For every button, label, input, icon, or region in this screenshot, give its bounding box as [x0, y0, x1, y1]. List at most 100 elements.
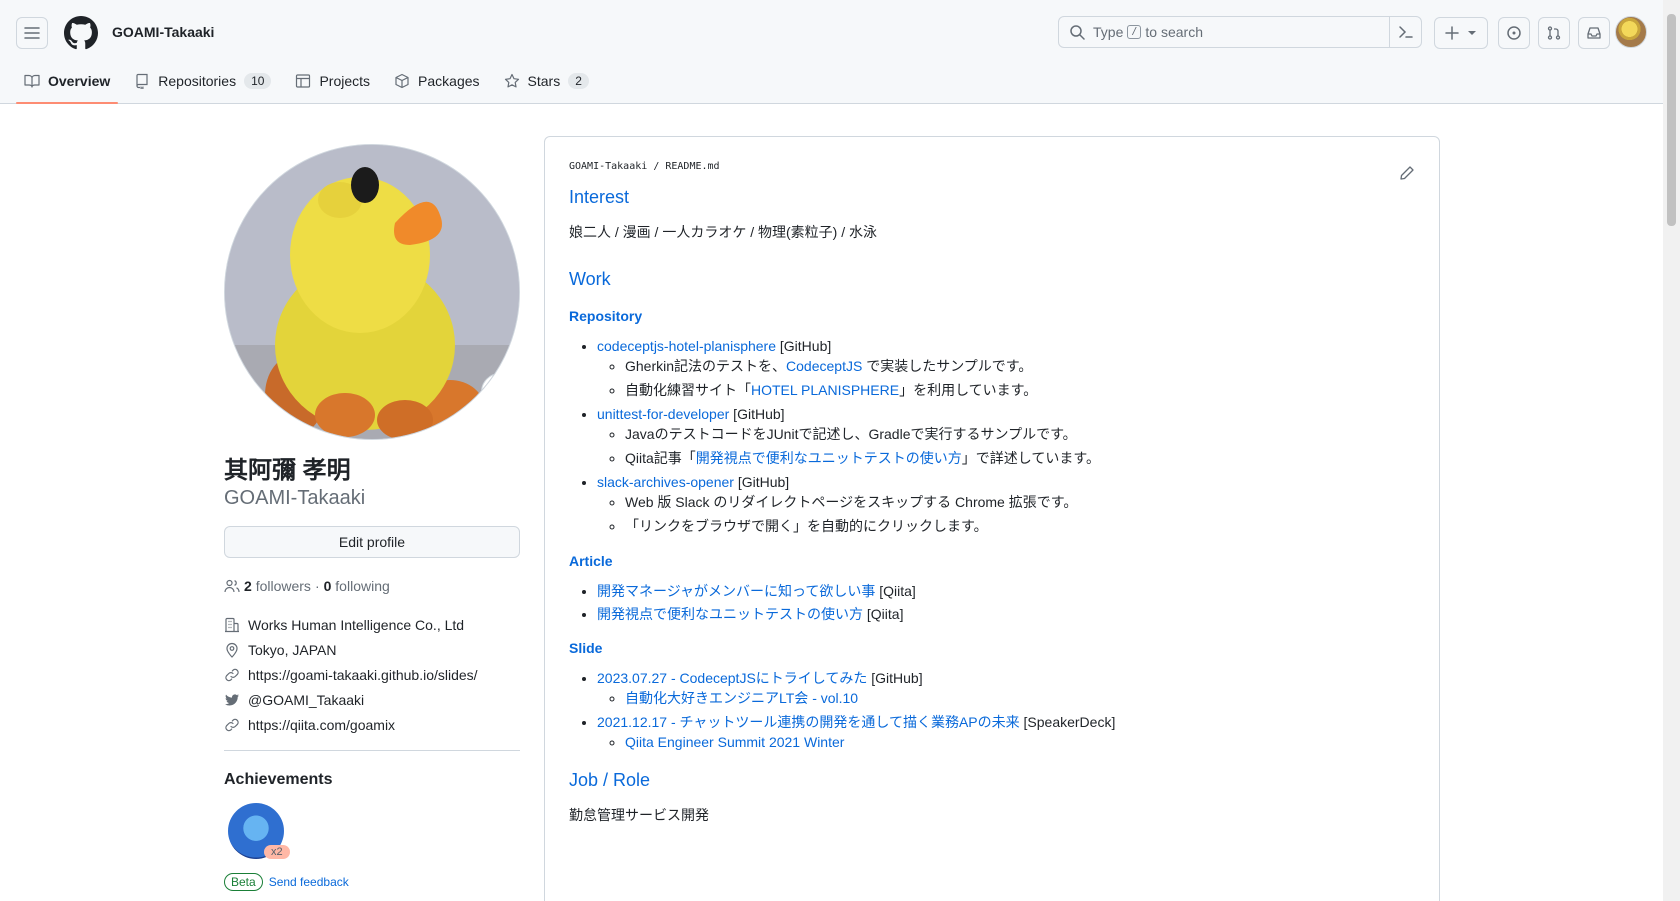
- create-new-button[interactable]: [1434, 17, 1488, 49]
- repositories-counter: 10: [244, 73, 272, 89]
- profile-avatar[interactable]: [224, 144, 520, 440]
- article-tag: [Qiita]: [863, 606, 904, 622]
- heading-article[interactable]: Article: [569, 553, 1415, 569]
- heading-interest[interactable]: Interest: [569, 186, 1415, 208]
- tab-repositories-label: Repositories: [158, 73, 237, 89]
- issues-button[interactable]: [1498, 17, 1530, 49]
- list-item: codeceptjs-hotel-planisphere [GitHub] Gh…: [597, 336, 1415, 401]
- item-text: 」で詳述しています。: [961, 450, 1100, 466]
- website-link[interactable]: https://goami-takaaki.github.io/slides/: [248, 667, 478, 683]
- repo-link[interactable]: slack-archives-opener: [597, 474, 734, 490]
- list-item: 自動化大好きエンジニアLT会 - vol.10: [625, 688, 1415, 709]
- user-avatar-menu[interactable]: [1615, 16, 1647, 48]
- slide-list: 2023.07.27 - CodeceptJSにトライしてみた [GitHub]…: [569, 668, 1415, 753]
- search-shortcut-key: /: [1127, 25, 1142, 39]
- article-link[interactable]: 開発マネージャがメンバーに知って欲しい事: [597, 583, 875, 599]
- location-text: Tokyo, JAPAN: [248, 641, 337, 658]
- following-link[interactable]: 0 following: [324, 578, 390, 594]
- scrollbar-thumb[interactable]: [1667, 14, 1676, 226]
- heading-slide[interactable]: Slide: [569, 640, 1415, 656]
- github-logo-icon[interactable]: [64, 16, 98, 50]
- profile-tabs: Overview Repositories 10 Projects Packag…: [16, 66, 605, 104]
- inbox-button[interactable]: [1578, 17, 1610, 49]
- article-link[interactable]: 開発視点で便利なユニットテストの使い方: [597, 606, 863, 622]
- tab-overview[interactable]: Overview: [16, 66, 119, 104]
- link-icon: [225, 668, 239, 681]
- item-text: 」を利用しています。: [899, 382, 1038, 398]
- twitter-icon: [225, 693, 239, 706]
- item-text: Gherkin記法のテストを、: [625, 358, 787, 374]
- website-item: https://goami-takaaki.github.io/slides/: [224, 662, 520, 687]
- list-item: 自動化練習サイト「HOTEL PLANISPHERE」を利用しています。: [625, 380, 1415, 401]
- tab-packages[interactable]: Packages: [386, 66, 487, 96]
- people-icon: [224, 579, 240, 593]
- profile-details: Works Human Intelligence Co., Ltd Tokyo,…: [224, 612, 520, 737]
- qiita-article-link[interactable]: 開発視点で便利なユニットテストの使い方: [696, 450, 962, 466]
- sidebar-divider: [224, 750, 520, 751]
- readme-path-user[interactable]: GOAMI-Takaaki: [569, 161, 647, 172]
- event-link[interactable]: 自動化大好きエンジニアLT会 - vol.10: [625, 690, 858, 706]
- codeceptjs-link[interactable]: CodeceptJS: [786, 358, 862, 374]
- list-item: JavaのテストコードをJUnitで記述し、Gradleで実行するサンプルです。: [625, 424, 1415, 445]
- item-text: Qiita記事「: [625, 450, 696, 466]
- slide-link[interactable]: 2021.12.17 - チャットツール連携の開発を通して描く業務APの未来: [597, 714, 1020, 730]
- search-input[interactable]: Type / to search: [1058, 16, 1422, 48]
- repo-tag: [GitHub]: [776, 338, 832, 354]
- list-item: unittest-for-developer [GitHub] Javaのテスト…: [597, 404, 1415, 469]
- slide-link[interactable]: 2023.07.27 - CodeceptJSにトライしてみた: [597, 670, 867, 686]
- repo-link[interactable]: codeceptjs-hotel-planisphere: [597, 338, 776, 354]
- achievement-badge[interactable]: x2: [228, 803, 292, 867]
- readme-path-separator: /: [653, 161, 660, 172]
- tab-repositories[interactable]: Repositories 10: [126, 66, 279, 96]
- book-icon: [24, 74, 40, 88]
- tab-packages-label: Packages: [418, 73, 480, 89]
- send-feedback-link[interactable]: Send feedback: [269, 875, 349, 889]
- list-item: 「リンクをブラウザで開く」を自動的にクリックします。: [625, 516, 1415, 537]
- search-placeholder-suffix: to search: [1145, 24, 1203, 40]
- followers-link[interactable]: 2 followers: [244, 578, 311, 594]
- heading-job-role[interactable]: Job / Role: [569, 769, 1415, 791]
- page-scrollbar[interactable]: [1663, 0, 1680, 901]
- qiita-item: https://qiita.com/goamix: [224, 712, 520, 737]
- list-item: slack-archives-opener [GitHub] Web 版 Sla…: [597, 472, 1415, 537]
- list-item: 2021.12.17 - チャットツール連携の開発を通して描く業務APの未来 […: [597, 712, 1415, 753]
- smiley-icon: [492, 384, 508, 400]
- command-palette-button[interactable]: [1389, 17, 1421, 47]
- qiita-link[interactable]: https://qiita.com/goamix: [248, 717, 395, 733]
- repo-tag: [GitHub]: [729, 406, 785, 422]
- achievements-heading[interactable]: Achievements: [224, 771, 520, 789]
- readme-path-file[interactable]: README.md: [665, 161, 719, 172]
- list-item: 開発視点で便利なユニットテストの使い方 [Qiita]: [597, 604, 1415, 624]
- header-username[interactable]: GOAMI-Takaaki: [112, 24, 214, 40]
- tab-projects[interactable]: Projects: [287, 66, 378, 96]
- repository-list: codeceptjs-hotel-planisphere [GitHub] Gh…: [569, 336, 1415, 537]
- event-link[interactable]: Qiita Engineer Summit 2021 Winter: [625, 734, 844, 750]
- search-icon: [1070, 25, 1085, 40]
- tab-stars-label: Stars: [527, 73, 561, 89]
- pull-requests-button[interactable]: [1538, 17, 1570, 49]
- top-bar: GOAMI-Takaaki Type / to search: [16, 16, 1647, 50]
- edit-profile-button[interactable]: Edit profile: [224, 526, 520, 558]
- git-pull-request-icon: [1547, 26, 1561, 40]
- badge-multiplier: x2: [264, 845, 290, 859]
- set-status-button[interactable]: [481, 373, 519, 411]
- app-header: GOAMI-Takaaki Type / to search Overview …: [0, 0, 1663, 104]
- table-icon: [296, 74, 311, 88]
- slide-tag: [SpeakerDeck]: [1019, 714, 1116, 730]
- pencil-icon: [1400, 166, 1414, 180]
- heading-repository[interactable]: Repository: [569, 308, 1415, 324]
- plus-icon: [1445, 26, 1459, 40]
- edit-readme-button[interactable]: [1399, 165, 1415, 181]
- hamburger-menu-button[interactable]: [16, 17, 48, 49]
- duck-plush-avatar-image: [225, 145, 519, 439]
- tab-stars[interactable]: Stars 2: [496, 66, 597, 96]
- heading-work[interactable]: Work: [569, 268, 1415, 290]
- organization-icon: [225, 617, 239, 632]
- readme-box: GOAMI-Takaaki / README.md Interest 娘二人 /…: [544, 136, 1440, 901]
- repo-link[interactable]: unittest-for-developer: [597, 406, 729, 422]
- hotel-planisphere-link[interactable]: HOTEL PLANISPHERE: [751, 382, 899, 398]
- twitter-link[interactable]: @GOAMI_Takaaki: [248, 692, 364, 708]
- slide-tag: [GitHub]: [867, 670, 923, 686]
- job-text: 勤怠管理サービス開発: [569, 807, 709, 823]
- inbox-icon: [1587, 27, 1601, 39]
